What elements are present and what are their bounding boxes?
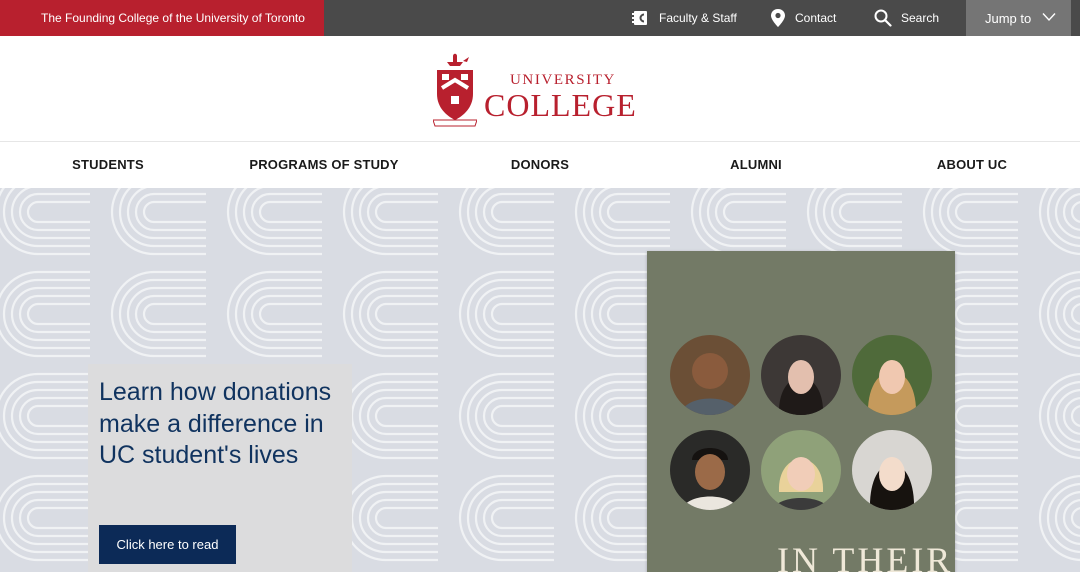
directory-icon	[632, 11, 647, 25]
nav-item-donors[interactable]: DONORS	[511, 142, 569, 188]
faculty-staff-link[interactable]: Faculty & Staff	[632, 0, 737, 36]
faculty-staff-label: Faculty & Staff	[659, 11, 737, 25]
portrait-photo	[852, 430, 932, 510]
contact-label: Contact	[795, 11, 837, 25]
contact-link[interactable]: Contact	[770, 0, 836, 36]
map-pin-icon	[771, 9, 785, 27]
promo-title: Learn how donations make a difference in…	[99, 378, 332, 469]
site-header: UNIVERSITY COLLEGE	[0, 36, 1080, 142]
portrait-photo	[852, 335, 932, 415]
portrait-photo	[761, 335, 841, 415]
donations-promo-card: Learn how donations make a difference in…	[88, 364, 352, 572]
logo-line-college: COLLEGE	[484, 87, 637, 123]
portrait-photo	[670, 430, 750, 510]
founding-college-link[interactable]: The Founding College of the University o…	[0, 0, 324, 36]
nav-item-programs-of-study[interactable]: PROGRAMS OF STUDY	[249, 142, 398, 188]
cover-heading: IN THEIR	[777, 540, 954, 572]
utility-bar: The Founding College of the University o…	[0, 0, 1080, 36]
portrait-photo	[670, 335, 750, 415]
hero-banner: Learn how donations make a difference in…	[0, 188, 1080, 572]
nav-item-students[interactable]: STUDENTS	[72, 142, 144, 188]
jump-to-label: Jump to	[985, 10, 1032, 26]
main-navigation: STUDENTS PROGRAMS OF STUDY DONORS ALUMNI…	[0, 142, 1080, 188]
portrait-photo	[761, 430, 841, 510]
crest-icon	[433, 53, 477, 127]
search-link[interactable]: Search	[874, 0, 939, 36]
chevron-down-icon	[1042, 13, 1056, 22]
publication-cover-image[interactable]: IN THEIR	[647, 251, 955, 572]
nav-item-about-uc[interactable]: ABOUT UC	[937, 142, 1007, 188]
click-here-to-read-button[interactable]: Click here to read	[99, 525, 236, 564]
university-college-logo[interactable]: UNIVERSITY COLLEGE	[433, 52, 653, 128]
search-icon	[874, 9, 892, 27]
jump-to-dropdown[interactable]: Jump to	[966, 0, 1071, 36]
nav-item-alumni[interactable]: ALUMNI	[730, 142, 782, 188]
search-label: Search	[901, 11, 940, 25]
